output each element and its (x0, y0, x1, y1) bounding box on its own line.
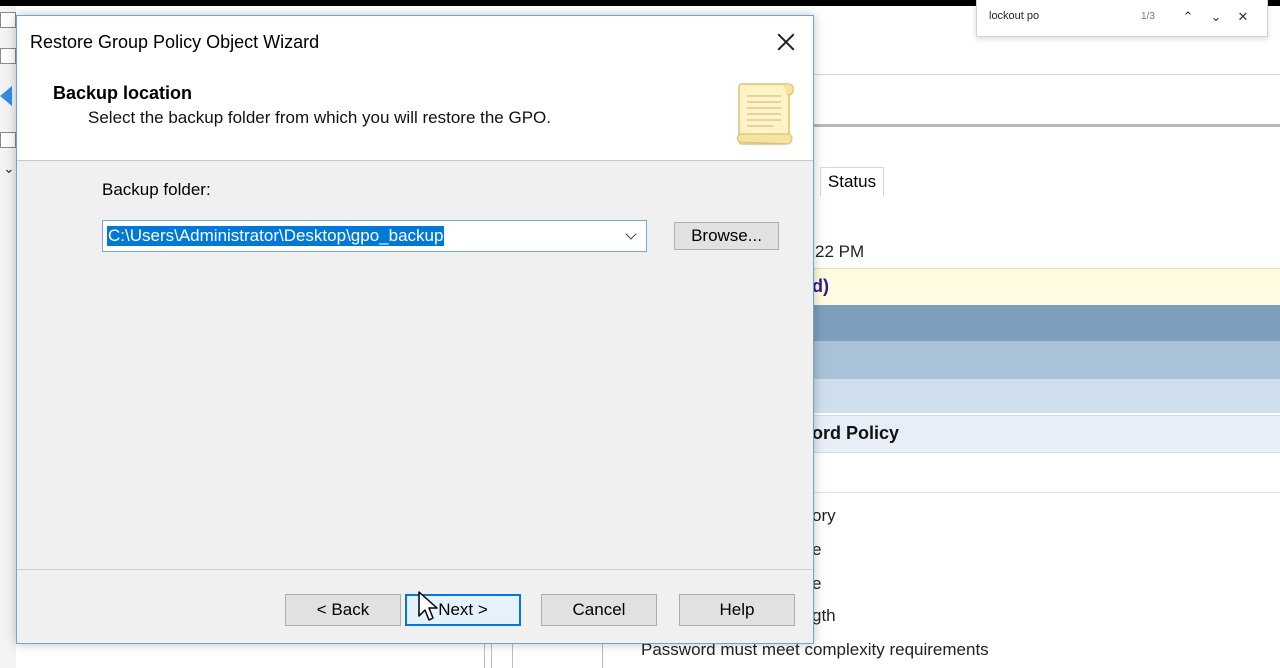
background-divider (602, 643, 603, 668)
chevron-down-icon[interactable] (622, 228, 642, 244)
back-button[interactable]: < Back (285, 594, 401, 626)
close-icon[interactable]: ✕ (1232, 6, 1254, 28)
background-divider (484, 643, 485, 668)
document-icon[interactable] (0, 48, 16, 64)
report-band (812, 379, 1280, 413)
cancel-button[interactable]: Cancel (541, 594, 657, 626)
background-divider (512, 643, 513, 668)
mouse-cursor-icon (418, 591, 438, 621)
tab-status[interactable]: Status (820, 167, 884, 196)
close-icon[interactable] (771, 27, 801, 57)
page-title: Backup location (53, 83, 193, 103)
dialog-titlebar: Restore Group Policy Object Wizard (17, 16, 813, 66)
page-subtitle: Select the backup folder from which you … (88, 108, 551, 127)
backup-folder-combobox[interactable]: C:\Users\Administrator\Desktop\gpo_backu… (102, 220, 647, 252)
policy-item: ory (812, 506, 836, 525)
chevron-up-icon[interactable]: ⌃ (1177, 6, 1199, 28)
background-divider (491, 643, 492, 668)
backup-folder-value[interactable]: C:\Users\Administrator\Desktop\gpo_backu… (107, 226, 445, 246)
back-arrow-icon[interactable] (0, 86, 12, 106)
background-divider (812, 124, 1280, 127)
scroll-icon (736, 83, 794, 145)
find-match-count: 1/3 (1141, 11, 1155, 22)
wizard-header: Backup location Select the backup folder… (17, 66, 813, 161)
chevron-down-icon[interactable]: ⌄ (3, 160, 15, 177)
find-input[interactable]: lockout po (989, 10, 1039, 22)
report-band (812, 341, 1280, 379)
chevron-down-icon[interactable]: ⌄ (1205, 6, 1227, 28)
background-divider (812, 492, 1280, 493)
background-divider (812, 74, 1280, 75)
restore-gpo-wizard-dialog: Restore Group Policy Object Wizard Backu… (16, 15, 814, 644)
report-header-text: d) (812, 276, 829, 296)
report-band (812, 305, 1280, 341)
report-header-band (812, 268, 1280, 305)
document-icon[interactable] (0, 132, 16, 148)
browse-button[interactable]: Browse... (674, 222, 779, 250)
policy-item: gth (812, 606, 836, 625)
dialog-title: Restore Group Policy Object Wizard (30, 32, 320, 52)
backup-folder-label: Backup folder: (102, 180, 211, 199)
find-bar: lockout po 1/3 ⌃ ⌄ ✕ (976, 0, 1268, 37)
document-icon[interactable] (0, 12, 16, 28)
section-header-text: ord Policy (812, 423, 900, 443)
help-button[interactable]: Help (679, 594, 795, 626)
footer-divider (17, 569, 813, 570)
background-time-text: 22 PM (815, 242, 865, 261)
